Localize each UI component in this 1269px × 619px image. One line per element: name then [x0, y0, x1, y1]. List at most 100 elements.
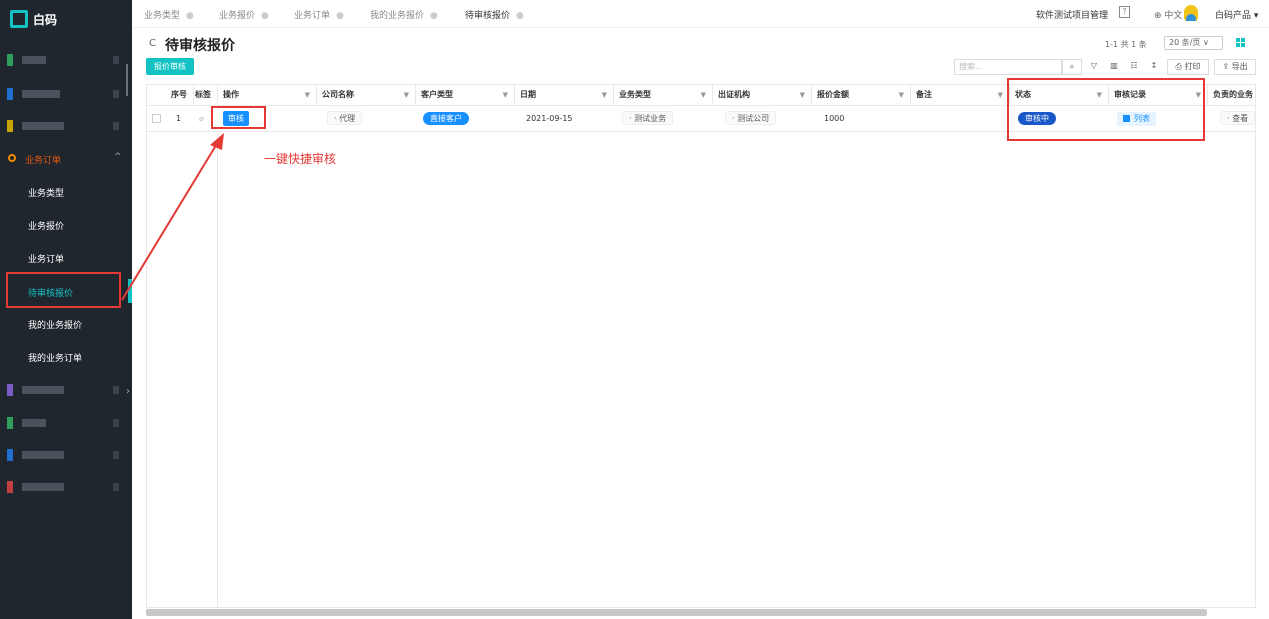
col-action[interactable]: 操作 ▼: [218, 85, 317, 106]
dropdown-icon[interactable]: ▼: [701, 85, 706, 105]
search-icon[interactable]: ⌕: [1062, 59, 1082, 75]
business-type-chip[interactable]: · 测试业务: [622, 111, 674, 125]
dropdown-icon[interactable]: ▼: [602, 85, 607, 105]
dropdown-icon[interactable]: ▼: [899, 85, 904, 105]
tab-business-quote[interactable]: 业务报价 ●: [219, 8, 269, 21]
sidebar-item-blurred[interactable]: [0, 51, 132, 69]
menu-dot: [113, 419, 119, 427]
blurred-label: [22, 451, 64, 459]
company-chip[interactable]: · 代理: [327, 111, 363, 125]
col-amount[interactable]: 报价金额 ▼: [812, 85, 911, 106]
close-icon[interactable]: ●: [430, 11, 438, 21]
sidebar-item-blurred[interactable]: [0, 117, 132, 135]
sidebar-item-blurred[interactable]: [0, 414, 132, 432]
menu-icon: [7, 449, 13, 461]
quote-audit-button[interactable]: 报价审核: [146, 58, 194, 75]
menu-group-business-order[interactable]: 业务订单 ^: [0, 148, 132, 170]
cert-org-chip[interactable]: · 测试公司: [725, 111, 777, 125]
view-chip[interactable]: · 查看: [1220, 111, 1255, 125]
menu-icon: [7, 54, 13, 66]
refresh-icon[interactable]: C: [149, 38, 156, 49]
col-business-type[interactable]: 业务类型 ▼: [614, 85, 713, 106]
tag-icon[interactable]: ⌀: [199, 106, 204, 132]
customer-type-tag: 直接客户: [423, 112, 469, 125]
col-tag[interactable]: 标签: [194, 85, 218, 106]
print-button[interactable]: ⎙ 打印: [1167, 59, 1209, 75]
tab-business-order[interactable]: 业务订单 ●: [294, 8, 344, 21]
sidebar-item-blurred[interactable]: [0, 446, 132, 464]
col-date[interactable]: 日期 ▼: [515, 85, 614, 106]
dropdown-icon[interactable]: ▼: [404, 85, 409, 105]
row-height-icon[interactable]: ↕: [1145, 59, 1163, 75]
page-size-select[interactable]: 20 条/页 ∨: [1164, 36, 1223, 50]
cell-date: 2021-09-15: [526, 114, 573, 123]
menu-dot: [113, 386, 119, 394]
avatar[interactable]: [1184, 5, 1198, 21]
cell-company: · 代理: [327, 106, 363, 132]
col-label: 报价金额: [817, 90, 849, 99]
checkbox[interactable]: [152, 114, 161, 123]
cell-customer-type: 直接客户: [423, 106, 469, 132]
dropdown-icon[interactable]: ▼: [998, 85, 1003, 105]
col-owner[interactable]: 负责的业务: [1208, 85, 1255, 106]
chart-icon[interactable]: ▥: [1105, 59, 1123, 75]
page-size-value: 20 条/页: [1169, 38, 1201, 47]
view-label: 查看: [1232, 114, 1249, 123]
tab-business-type[interactable]: 业务类型 ●: [144, 8, 194, 21]
col-remark[interactable]: 备注 ▼: [911, 85, 1010, 106]
col-label: 备注: [916, 90, 932, 99]
help-icon[interactable]: ?: [1119, 6, 1130, 18]
export-button[interactable]: ⇪ 导出: [1214, 59, 1256, 75]
tab-label: 我的业务报价: [370, 11, 425, 21]
app-root: 白码 业务订单 ^ 业务类型 业务报价 业务订单 待审核报价 我的业务报价 我的…: [0, 0, 1269, 619]
layout-grid-icon[interactable]: [1236, 38, 1245, 47]
sidebar-item-blurred[interactable]: [0, 478, 132, 496]
dropdown-icon[interactable]: ▼: [800, 85, 805, 105]
print-label: 打印: [1184, 62, 1201, 71]
annotation-text: 一键快捷审核: [264, 152, 337, 166]
col-company[interactable]: 公司名称 ▼: [317, 85, 416, 106]
search-input[interactable]: 搜索...: [954, 59, 1062, 75]
menu-icon: [7, 417, 13, 429]
col-cert-org[interactable]: 出证机构 ▼: [713, 85, 812, 106]
sidebar-item-my-order[interactable]: 我的业务订单: [28, 351, 82, 364]
project-name[interactable]: 软件测试项目管理: [1036, 8, 1108, 21]
blurred-label: [22, 386, 64, 394]
menu-dot: [113, 483, 119, 491]
col-label: 日期: [520, 90, 536, 99]
table-settings-icon[interactable]: ☷: [1125, 59, 1143, 75]
product-menu[interactable]: 白码产品 ▾: [1215, 8, 1258, 21]
sidebar-item-business-order[interactable]: 业务订单: [28, 252, 64, 265]
close-icon[interactable]: ●: [186, 11, 194, 21]
filter-icon[interactable]: ▽: [1085, 59, 1103, 75]
tab-my-quote[interactable]: 我的业务报价 ●: [370, 8, 438, 21]
tab-label: 待审核报价: [465, 11, 511, 21]
sidebar-item-my-quote[interactable]: 我的业务报价: [28, 318, 82, 331]
row-index: 1: [176, 114, 182, 123]
logo[interactable]: 白码: [10, 9, 57, 29]
sidebar-item-blurred[interactable]: [0, 85, 132, 103]
active-indicator: [128, 279, 132, 303]
tab-pending-quote[interactable]: 待审核报价 ●: [465, 8, 524, 21]
blurred-label: [22, 56, 46, 64]
sidebar-item-business-type[interactable]: 业务类型: [28, 186, 64, 199]
close-icon[interactable]: ●: [516, 11, 524, 21]
col-label: 业务类型: [619, 90, 651, 99]
dropdown-icon[interactable]: ▼: [305, 85, 310, 105]
sidebar-item-business-quote[interactable]: 业务报价: [28, 219, 64, 232]
close-icon[interactable]: ●: [336, 11, 344, 21]
col-customer-type[interactable]: 客户类型 ▼: [416, 85, 515, 106]
close-icon[interactable]: ●: [261, 11, 269, 21]
horizontal-scrollbar[interactable]: [146, 609, 1207, 616]
dropdown-icon[interactable]: ▼: [503, 85, 508, 105]
blurred-label: [22, 419, 46, 427]
sidebar-item-blurred[interactable]: [0, 381, 132, 399]
language-switch[interactable]: ⊕ 中文: [1154, 8, 1182, 21]
sidebar-scrollbar[interactable]: [126, 64, 128, 96]
col-index[interactable]: 序号: [147, 85, 194, 106]
col-label: 操作: [223, 90, 239, 99]
row-checkbox[interactable]: [152, 106, 161, 132]
menu-dot: [113, 56, 119, 64]
blurred-label: [22, 122, 64, 130]
menu-icon: [7, 88, 13, 100]
